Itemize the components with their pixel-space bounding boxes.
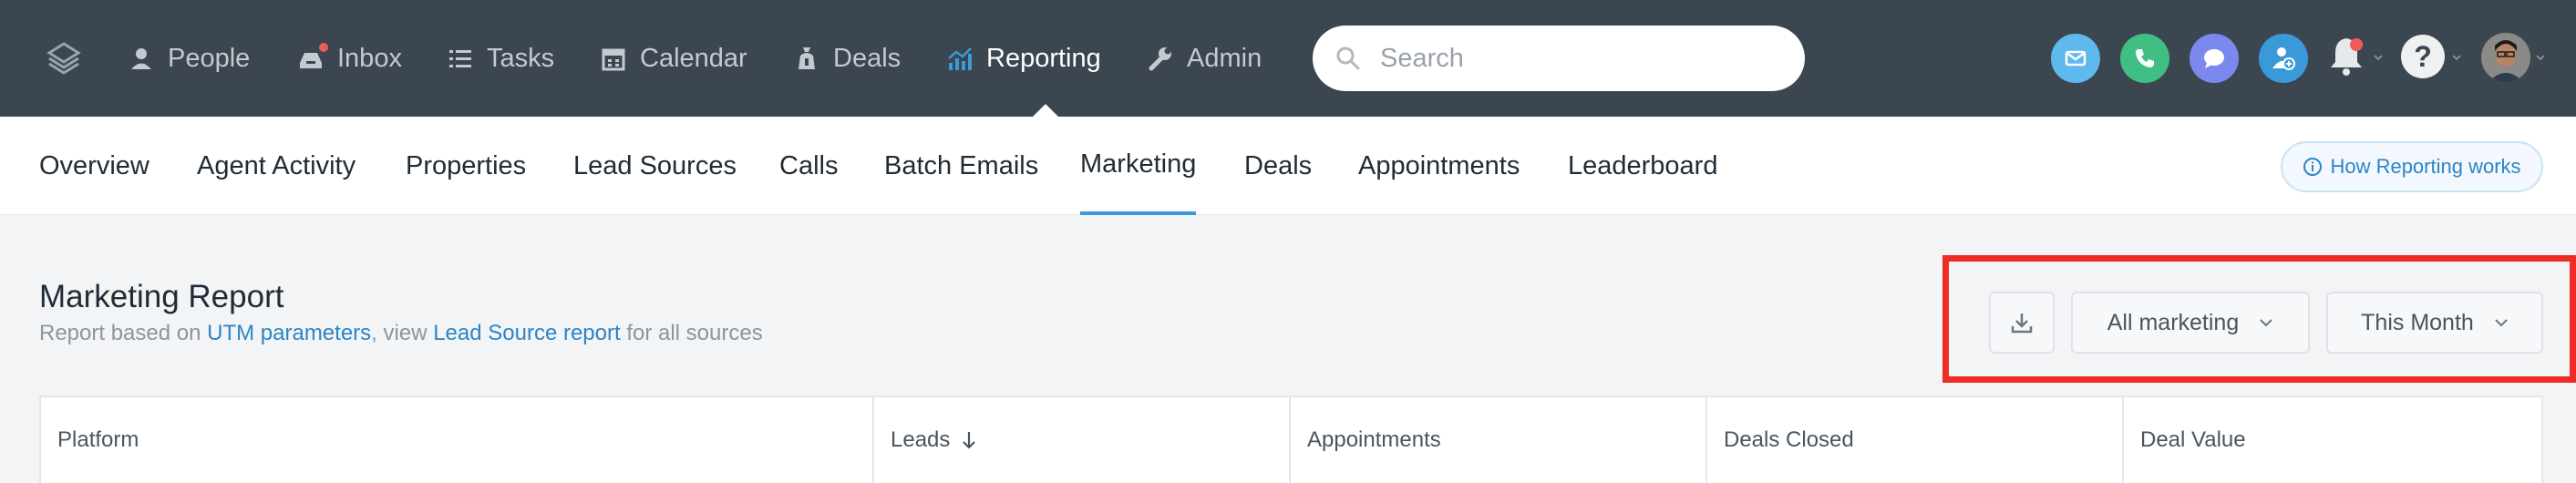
column-label: Deals Closed bbox=[1724, 427, 1854, 452]
tab-properties[interactable]: Properties bbox=[406, 117, 526, 215]
nav-label-deals: Deals bbox=[833, 43, 902, 73]
chevron-down-icon[interactable] bbox=[2452, 53, 2461, 62]
tab-marketing[interactable]: Marketing bbox=[1080, 117, 1197, 215]
subtitle-prefix: Report based on bbox=[39, 321, 208, 345]
chat-icon bbox=[2204, 49, 2224, 68]
search-bar[interactable] bbox=[1313, 26, 1805, 91]
notification-badge bbox=[2350, 38, 2363, 51]
column-label: Deal Value bbox=[2140, 427, 2246, 452]
user-avatar-icon bbox=[2481, 33, 2530, 82]
top-navigation-bar: People Inbox Tasks Calendar Deals Report… bbox=[0, 0, 2576, 117]
inbox-icon bbox=[297, 41, 330, 72]
nav-label-admin: Admin bbox=[1187, 43, 1262, 73]
nav-item-people[interactable]: People bbox=[128, 36, 250, 80]
chevron-down-icon[interactable] bbox=[2536, 53, 2545, 62]
chevron-down-icon[interactable] bbox=[2374, 53, 2383, 62]
lead-source-report-link[interactable]: Lead Source report bbox=[433, 321, 620, 345]
nav-label-calendar: Calendar bbox=[640, 43, 747, 73]
subtitle-mid: , view bbox=[371, 321, 434, 345]
reporting-icon bbox=[948, 47, 972, 70]
add-contact-button[interactable] bbox=[2259, 34, 2308, 83]
tab-batch-emails[interactable]: Batch Emails bbox=[884, 117, 1038, 215]
tab-agent-activity[interactable]: Agent Activity bbox=[197, 117, 355, 215]
phone-button[interactable] bbox=[2120, 34, 2169, 83]
help-button[interactable]: ? bbox=[2401, 35, 2445, 78]
chat-button[interactable] bbox=[2190, 34, 2239, 83]
nav-label-tasks: Tasks bbox=[487, 43, 555, 73]
avatar[interactable] bbox=[2481, 33, 2530, 82]
phone-icon bbox=[2136, 49, 2154, 67]
info-icon bbox=[2303, 158, 2323, 176]
utm-parameters-link[interactable]: UTM parameters bbox=[207, 321, 371, 345]
inbox-notification-dot bbox=[317, 41, 330, 54]
tab-calls[interactable]: Calls bbox=[779, 117, 838, 215]
tab-appointments[interactable]: Appointments bbox=[1358, 117, 1520, 215]
notifications-button[interactable] bbox=[2328, 35, 2365, 80]
column-header-leads[interactable]: Leads bbox=[874, 397, 1291, 483]
nav-item-deals[interactable]: Deals bbox=[793, 36, 901, 80]
column-label: Platform bbox=[57, 427, 139, 452]
nav-item-tasks[interactable]: Tasks bbox=[447, 36, 554, 80]
tasks-icon bbox=[449, 50, 471, 67]
nav-label-reporting: Reporting bbox=[986, 43, 1101, 73]
highlight-annotation bbox=[1942, 255, 2576, 383]
column-label: Leads bbox=[891, 427, 951, 452]
help-icon: ? bbox=[2414, 40, 2432, 73]
nav-label-people: People bbox=[168, 43, 251, 73]
active-nav-pointer bbox=[1033, 104, 1058, 117]
column-header-platform[interactable]: Platform bbox=[41, 397, 874, 483]
tab-overview[interactable]: Overview bbox=[39, 117, 149, 215]
people-icon bbox=[131, 48, 151, 69]
svg-text:?: ? bbox=[2414, 40, 2432, 73]
email-button[interactable] bbox=[2051, 34, 2100, 83]
nav-item-calendar[interactable]: Calendar bbox=[600, 36, 747, 80]
search-icon bbox=[1336, 46, 1360, 70]
deals-icon bbox=[799, 47, 815, 69]
calendar-icon bbox=[602, 48, 625, 71]
subtitle-suffix: for all sources bbox=[620, 321, 763, 345]
how-reporting-works-label: How Reporting works bbox=[2330, 155, 2521, 178]
column-header-appointments[interactable]: Appointments bbox=[1291, 397, 1707, 483]
column-label: Appointments bbox=[1307, 427, 1441, 452]
tab-deals[interactable]: Deals bbox=[1244, 117, 1312, 215]
report-tabs-bar: Overview Agent Activity Properties Lead … bbox=[0, 117, 2576, 215]
tab-lead-sources[interactable]: Lead Sources bbox=[573, 117, 737, 215]
how-reporting-works-link[interactable]: How Reporting works bbox=[2281, 141, 2543, 192]
page-title: Marketing Report bbox=[39, 279, 284, 314]
search-input[interactable] bbox=[1380, 43, 1781, 74]
email-icon bbox=[2065, 50, 2087, 67]
nav-item-reporting[interactable]: Reporting bbox=[946, 36, 1101, 80]
column-header-deal-value[interactable]: Deal Value bbox=[2124, 397, 2541, 483]
nav-label-inbox: Inbox bbox=[337, 43, 402, 73]
nav-item-admin[interactable]: Admin bbox=[1147, 36, 1262, 80]
column-header-deals-closed[interactable]: Deals Closed bbox=[1707, 397, 2124, 483]
admin-icon bbox=[1149, 47, 1171, 71]
add-contact-icon bbox=[2272, 47, 2295, 70]
page-subtitle: Report based on UTM parameters, view Lea… bbox=[39, 321, 763, 346]
nav-item-inbox[interactable]: Inbox bbox=[297, 36, 402, 80]
app-logo-icon[interactable] bbox=[46, 40, 82, 77]
sort-descending-icon bbox=[963, 432, 976, 449]
tab-leaderboard[interactable]: Leaderboard bbox=[1568, 117, 1717, 215]
marketing-report-table: Platform Leads Appointments Deals Closed… bbox=[39, 396, 2543, 483]
